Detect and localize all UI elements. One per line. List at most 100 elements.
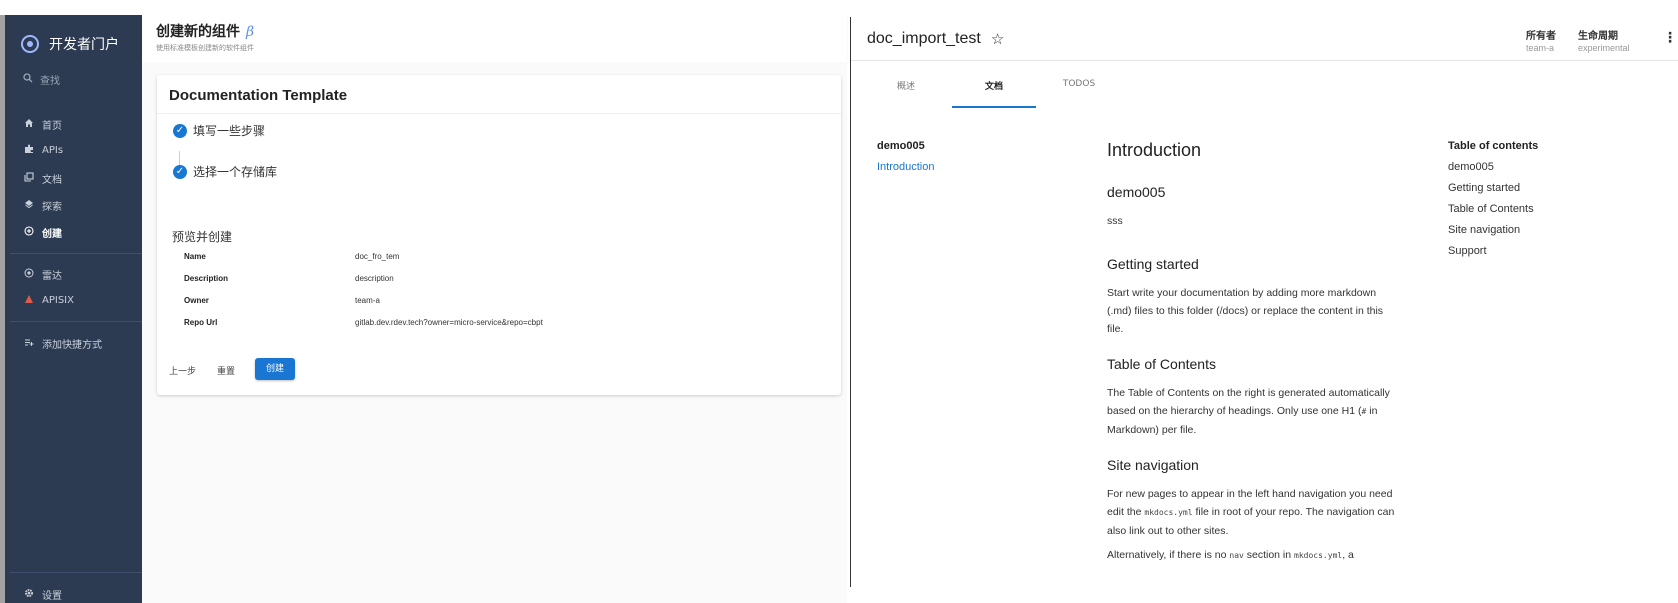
review-label: Repo Url bbox=[184, 318, 218, 327]
docs-heading: Site navigation bbox=[1107, 457, 1199, 473]
logo-icon bbox=[21, 35, 39, 53]
sidebar-item-label: 设置 bbox=[42, 591, 62, 602]
playlist-add-icon bbox=[23, 337, 35, 350]
reset-button[interactable]: 重置 bbox=[217, 364, 235, 377]
step-fill-steps[interactable]: ✓ 填写一些步骤 bbox=[173, 122, 265, 139]
owner-key: 所有者 bbox=[1526, 31, 1556, 42]
sidebar-item-label: 首页 bbox=[42, 121, 62, 132]
sidebar-item-label: 添加快捷方式 bbox=[42, 340, 102, 351]
text: Alternatively, if there is no bbox=[1107, 549, 1230, 561]
text: , a bbox=[1342, 549, 1354, 561]
owner-meta: 所有者 team-a bbox=[1526, 27, 1556, 53]
sidebar-item-label: 创建 bbox=[42, 229, 62, 240]
back-button[interactable]: 上一步 bbox=[169, 364, 196, 377]
docs-paragraph: sss bbox=[1107, 215, 1123, 227]
sidebar-item-label: APISIX bbox=[42, 295, 74, 306]
sidebar-item-label: APIs bbox=[42, 145, 64, 156]
review-label: Name bbox=[184, 252, 206, 261]
toc-item[interactable]: Site navigation bbox=[1448, 224, 1520, 236]
home-icon bbox=[23, 118, 35, 131]
library-icon bbox=[23, 172, 35, 185]
review-label: Owner bbox=[184, 296, 209, 305]
owner-value[interactable]: team-a bbox=[1526, 43, 1556, 53]
text: The Table of Contents on the right is ge… bbox=[1107, 387, 1390, 417]
sidebar-item-add-shortcut[interactable]: 添加快捷方式 bbox=[23, 336, 102, 351]
check-circle-icon: ✓ bbox=[173, 164, 187, 179]
sidebar-item-settings[interactable]: 设置 bbox=[23, 587, 62, 602]
create-button[interactable]: 创建 bbox=[255, 358, 295, 380]
preview-title: 预览并创建 bbox=[172, 230, 233, 244]
step-label: 填写一些步骤 bbox=[193, 124, 266, 138]
sidebar-item-label: 文档 bbox=[42, 175, 62, 186]
star-icon[interactable]: ☆ bbox=[991, 30, 1004, 48]
entity-title-text: doc_import_test bbox=[867, 30, 981, 47]
docs-heading: demo005 bbox=[1107, 184, 1166, 200]
card-divider bbox=[157, 113, 841, 114]
sidebar-item-create[interactable]: 创建 bbox=[23, 225, 62, 240]
gear-icon bbox=[23, 588, 35, 601]
layers-icon bbox=[23, 199, 35, 212]
docs-heading: Table of Contents bbox=[1107, 356, 1216, 372]
beta-badge: β bbox=[246, 24, 255, 40]
toc-item[interactable]: Support bbox=[1448, 245, 1487, 257]
top-strip bbox=[0, 0, 1678, 15]
puzzle-icon bbox=[23, 144, 35, 157]
text: section in bbox=[1243, 549, 1295, 561]
sidebar-divider bbox=[10, 321, 142, 322]
docs-paragraph: Start write your documentation by adding… bbox=[1107, 287, 1384, 335]
sidebar-item-docs[interactable]: 文档 bbox=[23, 171, 62, 186]
toc-item[interactable]: demo005 bbox=[1448, 161, 1494, 173]
page-subtitle: 使用标准模板创建新的软件组件 bbox=[156, 44, 254, 52]
more-vert-icon[interactable]: ⋮ bbox=[1663, 29, 1677, 46]
docs-paragraph: The Table of Contents on the right is ge… bbox=[1107, 384, 1397, 439]
check-circle-icon: ✓ bbox=[173, 123, 187, 138]
docs-h1: Introduction bbox=[1107, 140, 1202, 160]
sidebar-divider bbox=[10, 253, 142, 254]
lifecycle-key: 生命周期 bbox=[1578, 31, 1618, 42]
app-title: 开发者门户 bbox=[49, 37, 119, 53]
review-value: description bbox=[355, 274, 394, 283]
review-value: gitlab.dev.rdev.tech?owner=micro-service… bbox=[355, 318, 543, 327]
inline-code: nav bbox=[1229, 551, 1244, 560]
entity-page: doc_import_test ☆ 所有者 team-a 生命周期 experi… bbox=[851, 17, 1678, 603]
sidebar: 开发者门户 查找 首页 APIs 文档 探索 创建 雷达 APISIX 添加快捷… bbox=[5, 15, 142, 603]
inline-code: mkdocs.yml bbox=[1144, 508, 1193, 517]
create-header: 创建新的组件 β 使用标准模板创建新的软件组件 bbox=[142, 15, 847, 63]
sidebar-item-radar[interactable]: 雷达 bbox=[23, 267, 62, 282]
sidebar-item-apisix[interactable]: APISIX bbox=[23, 294, 74, 307]
toc-item[interactable]: Getting started bbox=[1448, 182, 1520, 194]
step-choose-repo[interactable]: ✓ 选择一个存储库 bbox=[173, 163, 277, 180]
sidebar-item-label: 雷达 bbox=[42, 271, 62, 282]
docs-nav-link[interactable]: Introduction bbox=[877, 161, 934, 173]
sidebar-item-label: 探索 bbox=[42, 202, 62, 213]
page-title-text: 创建新的组件 bbox=[156, 24, 240, 40]
sidebar-divider bbox=[10, 572, 142, 573]
sidebar-item-apis[interactable]: APIs bbox=[23, 144, 63, 157]
page-title: 创建新的组件 β bbox=[156, 21, 254, 41]
template-card: Documentation Template ✓ 填写一些步骤 ✓ 选择一个存储… bbox=[157, 75, 841, 395]
add-circle-icon bbox=[23, 226, 35, 239]
toc-item[interactable]: Table of Contents bbox=[1448, 203, 1534, 215]
sidebar-search[interactable]: 查找 bbox=[23, 72, 60, 87]
lifecycle-meta: 生命周期 experimental bbox=[1578, 27, 1630, 53]
entity-title: doc_import_test ☆ bbox=[867, 30, 1004, 48]
review-value: team-a bbox=[355, 296, 380, 305]
sidebar-item-home[interactable]: 首页 bbox=[23, 117, 62, 132]
review-value: doc_fro_tem bbox=[355, 252, 400, 261]
tab-overview[interactable]: 概述 bbox=[891, 79, 921, 92]
tab-docs[interactable]: 文档 bbox=[979, 79, 1009, 92]
tab-todos[interactable]: TODOS bbox=[1059, 79, 1099, 89]
sidebar-item-explore[interactable]: 探索 bbox=[23, 198, 62, 213]
toc-title: Table of contents bbox=[1448, 140, 1539, 152]
search-icon bbox=[23, 73, 33, 86]
active-tab-indicator bbox=[952, 106, 1036, 108]
lifecycle-value: experimental bbox=[1578, 43, 1630, 53]
inline-code: mkdocs.yml bbox=[1294, 551, 1343, 560]
radar-icon bbox=[23, 268, 35, 281]
docs-paragraph: Alternatively, if there is no nav sectio… bbox=[1107, 546, 1397, 565]
app-logo[interactable]: 开发者门户 bbox=[21, 34, 119, 54]
header-divider bbox=[851, 60, 1678, 61]
apisix-icon bbox=[23, 294, 35, 307]
card-title: Documentation Template bbox=[169, 87, 348, 104]
docs-heading: Getting started bbox=[1107, 256, 1199, 272]
